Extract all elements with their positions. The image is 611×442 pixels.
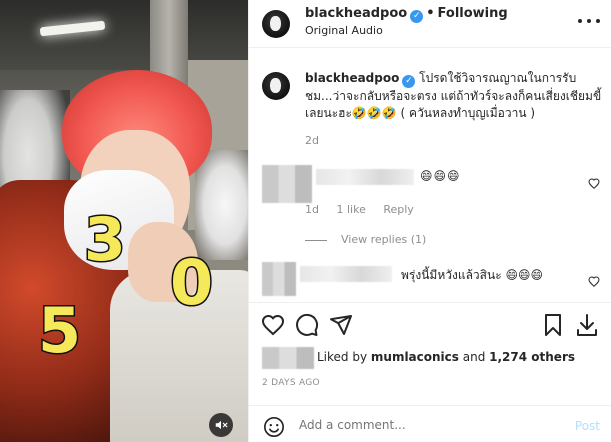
post-comment-button[interactable]: Post [575,419,600,433]
caption-username[interactable]: blackheadpoo [305,71,399,85]
overlay-digit-5: 5 [36,294,82,367]
comment-meta: 1d 1 like Reply [305,203,428,216]
download-icon[interactable] [575,313,599,337]
comment-item: พรุ่งนี้มีหวังแล้วสินะ 😄😄😄 [262,258,602,298]
comment-text: 😄😄😄 [420,169,461,183]
comment-bubble-icon[interactable] [295,313,319,337]
caption-text-block: blackheadpoo ✓ โปรดใช้วิจารณญาณในการรับชม… [305,70,602,122]
speaker-muted-icon [215,420,228,430]
more-dot [578,19,582,23]
blurred-commenter-name[interactable] [300,266,392,282]
video-background-people-right [195,150,248,260]
view-replies-button[interactable]: View replies (1) [305,233,426,246]
blurred-commenter-name[interactable] [316,169,414,185]
post-sidebar: blackheadpoo ✓ • Following Original Audio b… [248,0,611,442]
mute-button[interactable] [209,413,233,437]
comment-item: 😄😄😄 1d 1 like Reply [262,162,602,222]
add-comment-bar: Post [249,405,611,442]
liker-username[interactable]: mumlaconics [371,350,459,364]
caption-timestamp[interactable]: 2d [305,134,319,147]
post-date[interactable]: 2 DAYS AGO [262,378,320,388]
post-header: blackheadpoo ✓ • Following Original Audio [249,0,611,48]
likes-text[interactable]: Liked by mumlaconics and 1,274 others [317,350,575,364]
post-video[interactable]: 3 0 5 [0,0,248,442]
emoji-smiley-icon[interactable] [263,416,285,438]
overlay-digit-0: 0 [168,246,214,319]
comment-like-heart-icon[interactable] [588,178,600,189]
comment-text: พรุ่งนี้มีหวังแล้วสินะ 😄😄😄 [401,268,543,282]
verified-badge-icon: ✓ [402,75,416,88]
likes-middle: and [458,350,490,364]
more-options-icon[interactable] [578,14,600,28]
author-line: blackheadpoo ✓ • Following [305,6,508,23]
likes-prefix: Liked by [317,350,371,364]
add-comment-input[interactable] [299,418,559,432]
likes-others-count[interactable]: 1,274 others [489,350,575,364]
blurred-commenter-avatar[interactable] [262,262,296,296]
share-paper-plane-icon[interactable] [329,313,353,337]
save-bookmark-icon[interactable] [541,313,565,337]
like-heart-icon[interactable] [261,313,285,337]
reply-button[interactable]: Reply [383,203,413,216]
comment-likes[interactable]: 1 like [336,203,365,216]
instagram-post: 3 0 5 blackheadpoo ✓ • Following Original A… [0,0,611,442]
likes-summary: Liked by mumlaconics and 1,274 others [262,347,602,369]
header-separator: • [426,6,435,21]
overlay-digit-3: 3 [83,205,128,275]
audio-label[interactable]: Original Audio [305,24,383,37]
following-button[interactable]: Following [438,6,508,21]
author-avatar[interactable] [262,10,290,38]
blurred-commenter-avatar[interactable] [262,165,312,203]
blurred-liker-avatars[interactable] [262,347,314,369]
verified-badge-icon: ✓ [410,10,424,23]
comment-like-heart-icon[interactable] [588,276,600,287]
caption-avatar[interactable] [262,72,290,100]
author-username[interactable]: blackheadpoo [305,6,407,21]
more-dot [587,19,591,23]
post-actions-bar [249,302,611,342]
more-dot [596,19,600,23]
comment-time[interactable]: 1d [305,203,319,216]
